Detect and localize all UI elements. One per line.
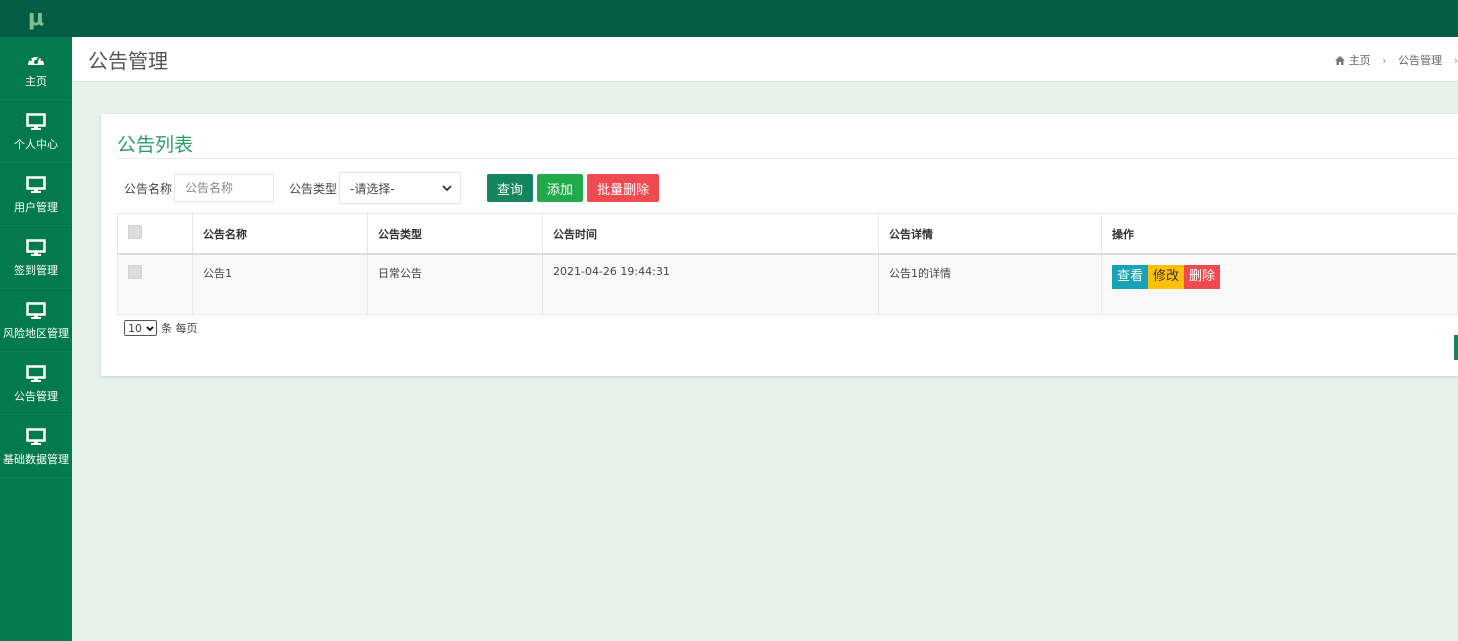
page-size-value: 10 [128,321,142,335]
monitor-icon [26,237,46,259]
sidebar-item-label: 签到管理 [14,263,58,277]
sidebar-item-notices[interactable]: 公告管理 [0,352,72,415]
monitor-icon [26,363,46,385]
query-button[interactable]: 查询 [487,174,534,202]
type-select[interactable]: -请选择- [339,172,462,204]
column-header: 公告时间 [542,213,879,255]
sidebar-item-users[interactable]: 用户管理 [0,163,72,226]
sidebar-item-profile[interactable]: 个人中心 [0,100,72,163]
page-size-select[interactable]: 10 [124,320,157,336]
breadcrumb-home[interactable]: 主页 [1349,54,1371,67]
row-select-cell [117,253,193,315]
panel-title: 公告列表 [117,134,194,156]
table-row: 公告1 日常公告 2021-04-26 19:44:31 公告1的详情 查看 修改… [117,253,1458,315]
chevron-down-icon [442,181,452,195]
name-search-input[interactable] [174,174,275,202]
sidebar-item-home[interactable]: 主页 [0,37,72,100]
sidebar-item-label: 用户管理 [14,200,58,214]
view-button[interactable]: 查看 [1112,265,1149,289]
row-checkbox[interactable] [128,265,142,279]
page-header: 公告管理 主页 › 公告管理 › [72,37,1458,82]
notice-table: 公告名称 公告类型 公告时间 公告详情 操作 公告1 日常公告 2021-04-… [117,213,1458,315]
page-size-control: 10 条 每页 [124,320,198,336]
add-button[interactable]: 添加 [537,174,584,202]
monitor-icon [26,111,46,133]
cell-time: 2021-04-26 19:44:31 [542,253,879,315]
select-all-checkbox[interactable] [128,225,142,239]
chevron-down-icon [146,322,154,335]
sidebar-item-label: 主页 [25,74,47,88]
column-header: 操作 [1101,213,1458,255]
cell-actions: 查看 修改 删除 [1101,253,1458,315]
monitor-icon [26,300,46,322]
column-header: 公告名称 [192,213,368,255]
batch-delete-button[interactable]: 批量删除 [587,174,660,202]
table-header-row: 公告名称 公告类型 公告时间 公告详情 操作 [117,213,1458,255]
search-form: 公告名称 公告类型 -请选择- 查询 添加 批量删除 [124,172,663,204]
monitor-icon [26,426,46,448]
page-size-suffix: 条 每页 [161,322,198,335]
home-icon [1335,54,1349,67]
breadcrumb: 主页 › 公告管理 › [1335,52,1458,68]
top-bar: μ [0,0,1458,37]
monitor-icon [26,174,46,196]
chevron-right-icon: › [1382,54,1387,67]
sidebar-item-label: 公告管理 [14,389,58,403]
pagination-button-partial[interactable] [1454,335,1458,360]
cell-type: 日常公告 [367,253,543,315]
column-header: 公告详情 [878,213,1102,255]
dashboard-icon [26,48,46,70]
type-select-value: -请选择- [350,181,395,196]
sidebar-item-base-data[interactable]: 基础数据管理 [0,415,72,478]
sidebar-item-label: 基础数据管理 [3,452,69,466]
sidebar: 主页 个人中心 用户管理 签到管理 风险地区管理 公告管理 基础数据管理 [0,37,72,641]
cell-name: 公告1 [192,253,368,315]
delete-button[interactable]: 删除 [1184,265,1221,289]
sidebar-item-label: 风险地区管理 [3,326,69,340]
breadcrumb-current[interactable]: 公告管理 [1398,54,1442,67]
name-label: 公告名称 [124,181,173,196]
notice-list-panel: 公告列表 公告名称 公告类型 -请选择- 查询 添加 批量删除 公告名称 公告类… [101,114,1458,376]
select-all-cell [117,213,193,255]
edit-button[interactable]: 修改 [1148,265,1185,289]
sidebar-item-risk-areas[interactable]: 风险地区管理 [0,289,72,352]
column-header: 公告类型 [367,213,543,255]
type-label: 公告类型 [289,181,338,196]
cell-detail: 公告1的详情 [878,253,1102,315]
divider [117,158,1458,159]
app-logo: μ [27,6,45,31]
chevron-right-icon: › [1453,54,1458,67]
page-title: 公告管理 [88,49,168,73]
sidebar-item-label: 个人中心 [14,137,58,151]
sidebar-item-checkin[interactable]: 签到管理 [0,226,72,289]
